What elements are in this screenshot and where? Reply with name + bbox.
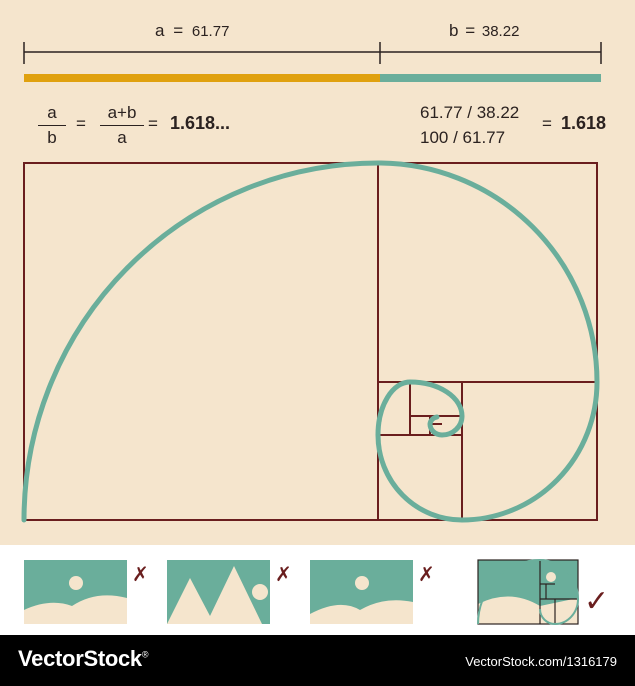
- composition-thumbnails: [24, 558, 580, 626]
- reject-mark-1: ✗: [132, 564, 149, 586]
- image-credit: VectorStock.com/1316179: [465, 654, 617, 669]
- thumbnail-1-sun: [69, 576, 83, 590]
- thumbnail-2: [167, 560, 270, 624]
- thumbnail-4-sun: [546, 572, 556, 582]
- reject-mark-3: ✗: [418, 564, 435, 586]
- brand-name: VectorStock: [18, 646, 142, 671]
- thumbnail-2-sun: [252, 584, 268, 600]
- thumbnail-1: [24, 560, 127, 624]
- approve-checkmark: ✓: [584, 585, 610, 618]
- thumbnail-3: [310, 560, 413, 624]
- thumbnail-3-sun: [355, 576, 369, 590]
- reject-mark-2: ✗: [275, 564, 292, 586]
- thumbnail-4-golden: [477, 558, 580, 626]
- registered-mark: ®: [141, 649, 149, 660]
- brand-logo: VectorStock®: [18, 646, 149, 672]
